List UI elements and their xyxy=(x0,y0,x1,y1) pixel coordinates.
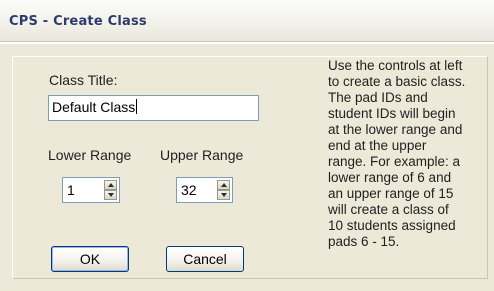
upper-range-up-button[interactable] xyxy=(217,180,230,190)
help-text-line: to create a basic class. xyxy=(328,74,466,89)
cancel-button[interactable]: Cancel xyxy=(166,246,244,272)
help-text-line: 10 students assigned xyxy=(328,218,456,233)
upper-range-label: Upper Range xyxy=(160,147,244,163)
lower-range-up-button[interactable] xyxy=(104,180,117,190)
help-text-line: lower range of 6 and xyxy=(328,170,452,185)
help-text-line: an upper range of 15 xyxy=(328,186,454,201)
lower-range-spin-buttons xyxy=(104,180,117,200)
arrow-down-icon xyxy=(108,193,114,197)
text-caret xyxy=(136,99,138,114)
arrow-down-icon xyxy=(221,193,227,197)
upper-range-down-button[interactable] xyxy=(217,190,230,200)
help-text-line: pads 6 - 15. xyxy=(328,234,400,249)
arrow-up-icon xyxy=(221,183,227,187)
help-text-line: Use the controls at left xyxy=(328,58,463,73)
class-title-value: Default Class xyxy=(52,99,136,115)
help-text-line: student IDs will begin xyxy=(328,106,456,121)
help-text-line: The pad IDs and xyxy=(328,90,428,105)
help-text-line: end at the upper xyxy=(328,138,427,153)
title-bar[interactable]: CPS - Create Class xyxy=(0,0,494,42)
class-title-label: Class Title: xyxy=(49,72,118,88)
arrow-up-icon xyxy=(108,183,114,187)
lower-range-label: Lower Range xyxy=(48,147,132,163)
upper-range-spin-buttons xyxy=(217,180,230,200)
lower-range-value: 1 xyxy=(67,182,75,198)
lower-range-down-button[interactable] xyxy=(104,190,117,200)
window-title: CPS - Create Class xyxy=(9,14,147,29)
ok-button[interactable]: OK xyxy=(51,246,129,272)
help-text-line: at the lower range and xyxy=(328,122,463,137)
help-text-line: range. For example: a xyxy=(328,154,461,169)
upper-range-spinner[interactable]: 32 xyxy=(176,177,233,203)
upper-range-value: 32 xyxy=(181,182,197,198)
help-text: Use the controls at left to create a basi… xyxy=(328,58,488,250)
lower-range-spinner[interactable]: 1 xyxy=(62,177,120,203)
create-class-dialog: CPS - Create Class Class Title: Default … xyxy=(0,0,494,291)
help-text-line: will create a class of xyxy=(328,202,449,217)
class-title-input[interactable]: Default Class xyxy=(48,95,259,121)
